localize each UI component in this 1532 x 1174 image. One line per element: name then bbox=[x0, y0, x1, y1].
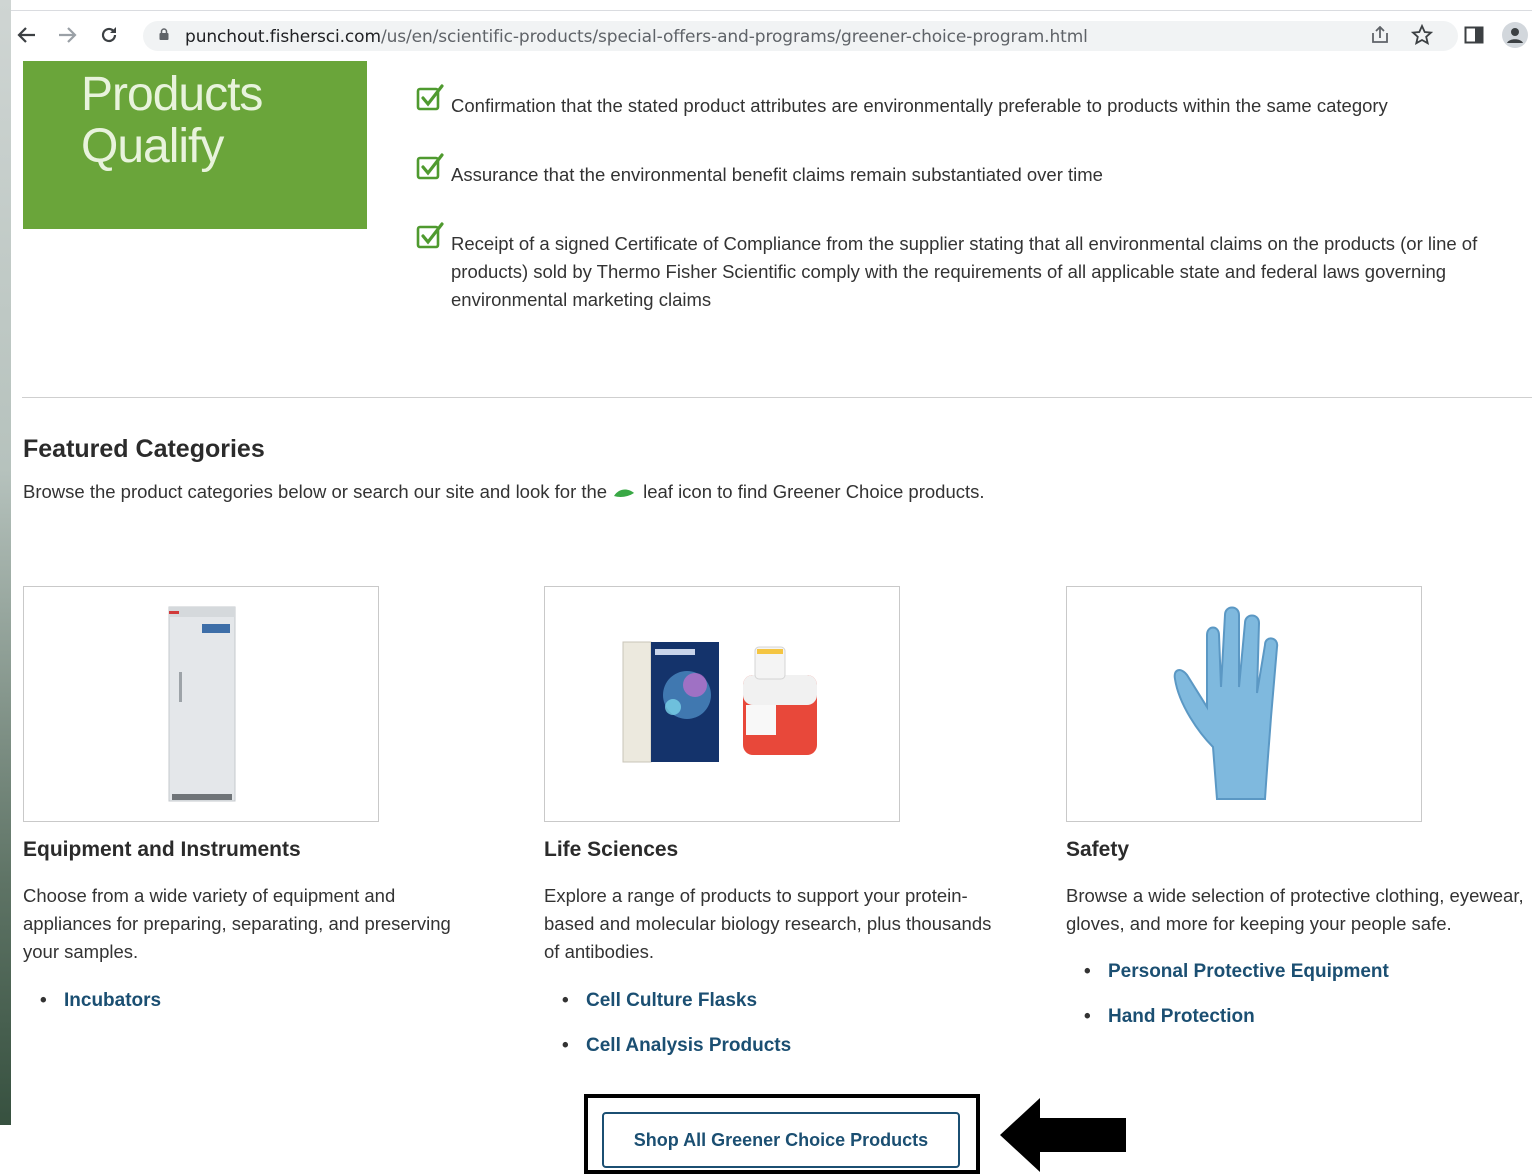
checkbox-checked-icon bbox=[416, 84, 444, 111]
freezer-image bbox=[168, 606, 236, 802]
life-sciences-card-description: Explore a range of products to support y… bbox=[544, 885, 992, 962]
link-hand-protection[interactable]: Hand Protection bbox=[1066, 1006, 1389, 1051]
cell-culture-image bbox=[622, 641, 817, 763]
featured-categories-heading: Featured Categories bbox=[23, 435, 265, 463]
desktop-background-strip bbox=[0, 0, 11, 1172]
checklist-item-text: Receipt of a signed Certificate of Compl… bbox=[451, 233, 1478, 310]
products-qualify-panel: Products Qualify bbox=[23, 61, 367, 229]
lock-icon[interactable] bbox=[159, 28, 169, 40]
reload-icon[interactable] bbox=[95, 19, 123, 51]
safety-card-title[interactable]: Safety bbox=[1066, 838, 1129, 862]
left-arrow-icon bbox=[1000, 1098, 1126, 1172]
description-before-leaf: Browse the product categories below or s… bbox=[23, 481, 608, 502]
glove-image bbox=[1173, 606, 1279, 800]
checklist-item-text: Assurance that the environmental benefit… bbox=[451, 164, 1103, 185]
url-path: /us/en/scientific-products/special-offer… bbox=[380, 27, 1088, 47]
url-text: punchout.fishersci.com/us/en/scientific-… bbox=[185, 27, 1088, 47]
life-sciences-card-title[interactable]: Life Sciences bbox=[544, 838, 678, 862]
link-cell-analysis-products[interactable]: Cell Analysis Products bbox=[544, 1035, 791, 1080]
forward-icon[interactable] bbox=[53, 19, 81, 51]
link-personal-protective-equipment[interactable]: Personal Protective Equipment bbox=[1066, 961, 1389, 1006]
address-bar[interactable]: punchout.fishersci.com/us/en/scientific-… bbox=[143, 21, 1458, 51]
life-sciences-card-image[interactable] bbox=[544, 586, 900, 822]
back-icon[interactable] bbox=[13, 19, 41, 51]
checklist-item-text: Confirmation that the stated product att… bbox=[451, 95, 1388, 116]
panel-title-line2: Qualify bbox=[81, 120, 224, 173]
description-after-leaf: leaf icon to find Greener Choice product… bbox=[643, 481, 985, 502]
side-panel-icon[interactable] bbox=[1460, 21, 1488, 49]
url-host: punchout.fishersci.com bbox=[185, 27, 381, 47]
profile-icon[interactable] bbox=[1501, 21, 1529, 49]
safety-card-image[interactable] bbox=[1066, 586, 1422, 822]
checkbox-checked-icon bbox=[416, 222, 444, 249]
safety-links: Personal Protective Equipment Hand Prote… bbox=[1066, 961, 1389, 1051]
shop-all-greener-choice-button[interactable]: Shop All Greener Choice Products bbox=[602, 1112, 960, 1168]
equipment-links: Incubators bbox=[22, 990, 161, 1035]
link-incubators[interactable]: Incubators bbox=[22, 990, 161, 1035]
equipment-card-title[interactable]: Equipment and Instruments bbox=[23, 838, 301, 862]
share-icon[interactable] bbox=[1366, 21, 1394, 49]
section-divider bbox=[22, 397, 1532, 398]
life-sciences-links: Cell Culture Flasks Cell Analysis Produc… bbox=[544, 990, 791, 1080]
leaf-icon bbox=[614, 489, 635, 498]
safety-card-description: Browse a wide selection of protective cl… bbox=[1066, 885, 1524, 934]
star-icon[interactable] bbox=[1408, 21, 1436, 49]
equipment-card-description: Choose from a wide variety of equipment … bbox=[23, 885, 451, 962]
link-cell-culture-flasks[interactable]: Cell Culture Flasks bbox=[544, 990, 791, 1035]
desktop-strip-gap bbox=[0, 1125, 11, 1172]
checkbox-checked-icon bbox=[416, 153, 444, 180]
panel-title: Products Qualify bbox=[81, 68, 263, 173]
equipment-card-image[interactable] bbox=[23, 586, 379, 822]
browser-toolbar: punchout.fishersci.com/us/en/scientific-… bbox=[11, 10, 1532, 61]
featured-categories-description: Browse the product categories below or s… bbox=[23, 481, 985, 503]
panel-title-line1: Products bbox=[81, 68, 263, 121]
